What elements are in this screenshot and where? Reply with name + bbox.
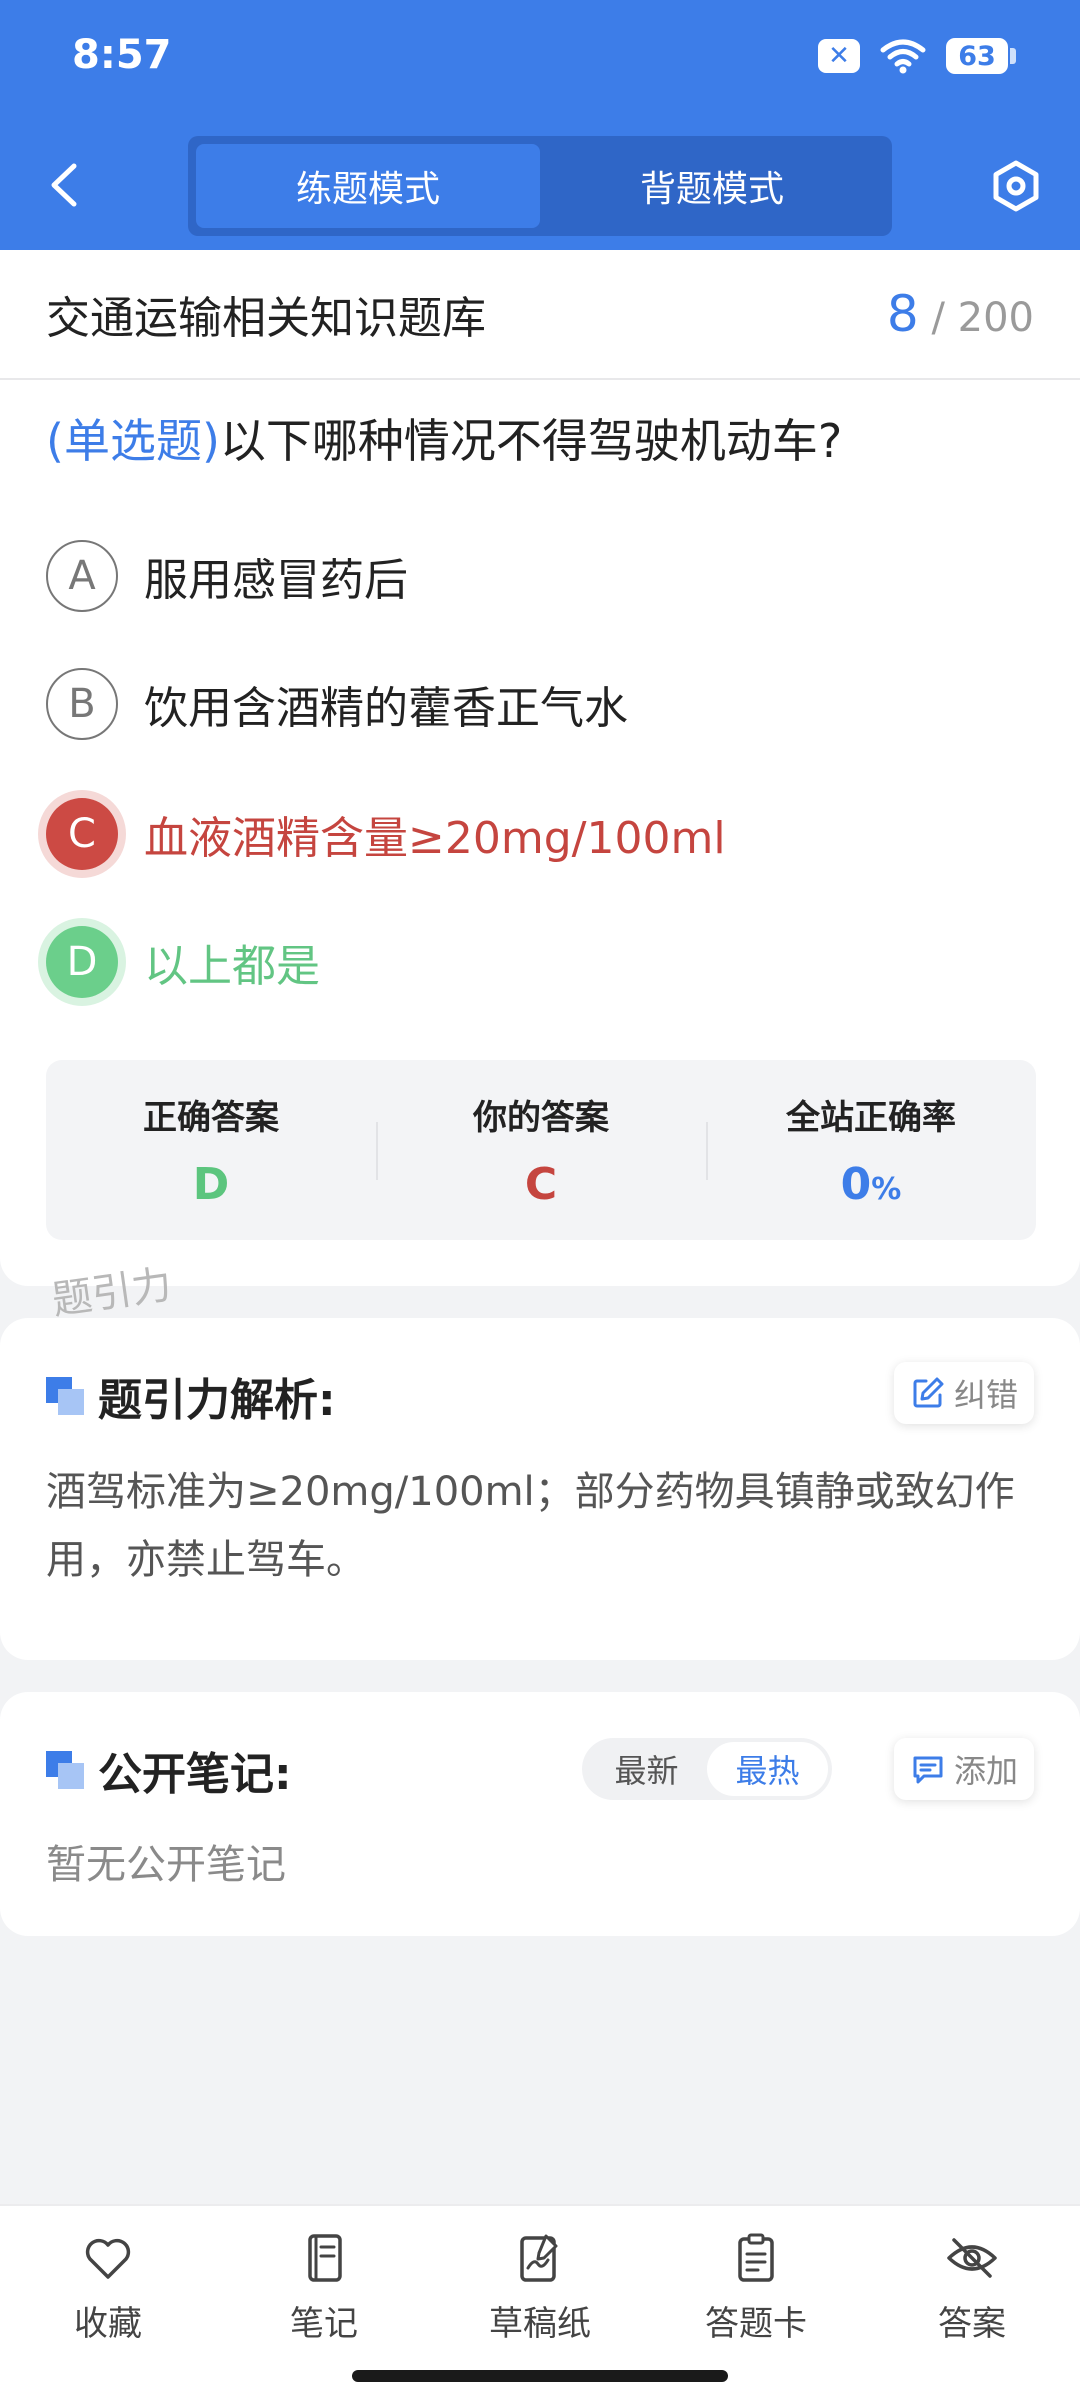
top-header: 8:57 ✕ 63 练题模式 背题模式	[0, 0, 1080, 250]
notes-title: 公开笔记:	[98, 1749, 292, 1800]
mode-switch: 练题模式 背题模式	[188, 136, 892, 236]
option-a[interactable]: A 服用感冒药后	[46, 540, 408, 612]
favorite-button[interactable]: 收藏	[0, 2206, 216, 2400]
site-accuracy: 全站正确率 0%	[706, 1060, 1036, 1240]
wifi-icon	[880, 39, 926, 74]
comment-icon	[913, 1756, 943, 1784]
option-letter: B	[46, 668, 118, 740]
option-letter: C	[46, 798, 118, 870]
status-time: 8:57	[72, 32, 172, 78]
question-type: (单选题)	[46, 414, 220, 468]
notes-header: 公开笔记:	[46, 1738, 292, 1802]
analysis-title: 题引力解析:	[98, 1375, 336, 1426]
option-letter: D	[46, 926, 118, 998]
home-indicator[interactable]	[352, 2370, 728, 2382]
analysis-text: 酒驾标准为≥20mg/100ml；部分药物具镇静或致幻作用，亦禁止驾车。	[46, 1469, 1015, 1583]
sim-off-icon: ✕	[818, 39, 860, 73]
favorite-label: 收藏	[74, 2304, 142, 2344]
notes-label: 笔记	[290, 2304, 358, 2344]
notes-sort-toggle: 最新 最热	[582, 1738, 832, 1800]
accuracy-number: 0	[840, 1159, 872, 1210]
analysis-card: 题引力解析: 纠错 酒驾标准为≥20mg/100ml；部分药物具镇静或致幻作用，…	[0, 1318, 1080, 1660]
add-note-button[interactable]: 添加	[893, 1738, 1034, 1800]
tab-memorize-mode[interactable]: 背题模式	[540, 144, 884, 228]
notebook-icon	[308, 2234, 342, 2282]
answer-summary: 正确答案 D 你的答案 C 全站正确率 0%	[46, 1060, 1036, 1240]
empty-notes-text: 暂无公开笔记	[46, 1842, 286, 1888]
draft-paper-label: 草稿纸	[489, 2304, 591, 2344]
question-card: 交通运输相关知识题库 8 / 200 (单选题)以下哪种情况不得驾驶机动车? A…	[0, 250, 1080, 1286]
section-square-icon	[46, 1751, 84, 1789]
your-answer: 你的答案 C	[376, 1060, 706, 1240]
question-stem: (单选题)以下哪种情况不得驾驶机动车?	[0, 380, 1080, 472]
show-answer-button[interactable]: 答案	[864, 2206, 1080, 2400]
total-questions: / 200	[931, 295, 1034, 341]
settings-icon[interactable]	[988, 158, 1044, 214]
your-answer-value: C	[524, 1159, 558, 1210]
answer-sheet-label: 答题卡	[705, 2304, 807, 2344]
correct-answer: 正确答案 D	[46, 1060, 376, 1240]
correct-answer-value: D	[192, 1159, 230, 1210]
site-accuracy-label: 全站正确率	[786, 1098, 956, 1138]
heart-icon	[85, 2238, 131, 2279]
analysis-header: 题引力解析:	[46, 1364, 336, 1428]
your-answer-label: 你的答案	[473, 1098, 609, 1138]
correct-answer-label: 正确答案	[143, 1098, 279, 1138]
draft-paper-icon	[520, 2234, 558, 2282]
battery-icon: 63	[946, 38, 1016, 74]
report-error-label: 纠错	[953, 1376, 1018, 1414]
option-c[interactable]: C 血液酒精含量≥20mg/100ml	[46, 798, 726, 870]
question-counter: 8 / 200	[887, 285, 1034, 343]
question-bank-title: 交通运输相关知识题库	[46, 293, 486, 344]
public-notes-card: 公开笔记: 最新 最热 添加 暂无公开笔记	[0, 1692, 1080, 1936]
eye-off-icon	[947, 2238, 997, 2278]
option-letter: A	[46, 540, 118, 612]
question-text: 以下哪种情况不得驾驶机动车?	[219, 414, 843, 468]
accuracy-unit: %	[871, 1172, 902, 1207]
site-accuracy-value: 0%	[841, 1159, 902, 1210]
show-answer-label: 答案	[938, 2304, 1006, 2344]
section-square-icon	[46, 1377, 84, 1415]
answer-sheet-icon	[738, 2233, 774, 2282]
tab-practice-mode[interactable]: 练题模式	[196, 144, 540, 228]
question-bank-row: 交通运输相关知识题库 8 / 200	[0, 250, 1080, 380]
option-text: 饮用含酒精的藿香正气水	[144, 683, 628, 734]
status-icons: ✕ 63	[818, 38, 1016, 74]
option-d[interactable]: D 以上都是	[46, 926, 320, 998]
sort-hottest[interactable]: 最热	[707, 1742, 828, 1796]
option-b[interactable]: B 饮用含酒精的藿香正气水	[46, 668, 628, 740]
add-note-label: 添加	[953, 1752, 1018, 1790]
back-icon[interactable]	[44, 160, 84, 210]
report-error-button[interactable]: 纠错	[893, 1362, 1034, 1424]
option-text: 服用感冒药后	[144, 555, 408, 606]
option-text: 以上都是	[144, 941, 320, 992]
current-question-number: 8	[886, 285, 919, 343]
option-text: 血液酒精含量≥20mg/100ml	[144, 813, 726, 864]
edit-icon	[913, 1377, 944, 1408]
sort-newest[interactable]: 最新	[586, 1742, 707, 1796]
